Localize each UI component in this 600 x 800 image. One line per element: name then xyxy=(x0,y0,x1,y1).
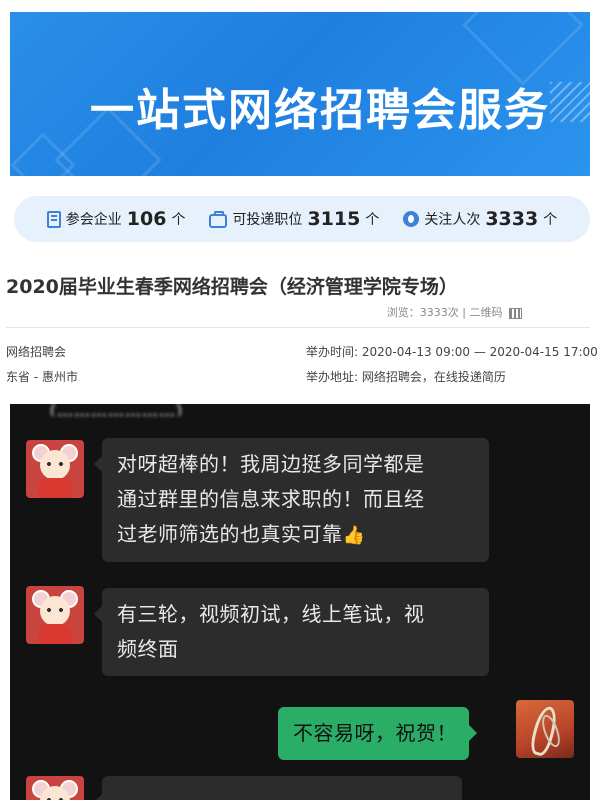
banner-title: 一站式网络招聘会服务 xyxy=(90,85,550,136)
divider xyxy=(6,327,590,328)
stat-label: 可投递职位 xyxy=(232,212,303,228)
stat-unit: 个 xyxy=(171,212,186,228)
chat-panel: （…………………） 对呀超棒的！我周边挺多同学都是 通过群里的信息来求职的！而且… xyxy=(10,404,590,800)
time-label: 举办时间: xyxy=(306,345,359,359)
event-time: 举办时间: 2020-04-13 09:00 — 2020-04-15 17:0… xyxy=(306,343,598,360)
chat-bubble-incoming[interactable]: 对呀超棒的！我周边挺多同学都是 通过群里的信息来求职的！而且经 过老师筛选的也真… xyxy=(94,438,489,562)
stat-value: 3333 xyxy=(485,208,539,230)
contact-avatar[interactable] xyxy=(26,440,84,498)
building-icon xyxy=(46,210,61,228)
time-value: 2020-04-13 09:00 — 2020-04-15 17:00 xyxy=(361,345,598,359)
stat-positions: 可投递职位 3115 个 xyxy=(209,208,379,230)
stat-label: 参会企业 xyxy=(65,212,122,228)
message-line: 过老师筛选的也真实可靠👍 xyxy=(117,517,477,553)
my-avatar[interactable] xyxy=(516,700,574,758)
thumbs-up-icon: 👍 xyxy=(342,525,366,546)
message-line: 有三轮，视频初试，线上笔试，视 xyxy=(117,602,425,626)
view-count[interactable]: 浏览：3333次 | 二维码 xyxy=(387,306,503,319)
stat-unit: 个 xyxy=(365,212,380,228)
stat-label: 关注人次 xyxy=(424,212,481,228)
briefcase-icon xyxy=(209,210,228,228)
address-value: 网络招聘会，在线投递简历 xyxy=(361,370,506,384)
eye-icon xyxy=(403,211,420,227)
stat-companies: 参会企业 106 个 xyxy=(46,208,186,230)
qr-code-icon[interactable] xyxy=(509,307,522,319)
chat-bubble-incoming[interactable]: 有三轮，视频初试，线上笔试，视 频终面 xyxy=(94,588,489,676)
event-address: 举办地址: 网络招聘会，在线投递简历 xyxy=(306,368,506,385)
chat-partial-message: （…………………） xyxy=(40,404,194,416)
event-meta: 浏览：3333次 | 二维码 xyxy=(387,304,522,320)
event-type: 网络招聘会 xyxy=(6,345,67,359)
message-line: 通过群里的信息来求职的！而且经 xyxy=(117,487,425,511)
stat-value: 106 xyxy=(126,208,167,230)
chat-bubble-incoming[interactable] xyxy=(94,776,462,800)
message-line: 不容易呀，祝贺！ xyxy=(293,721,457,745)
stat-unit: 个 xyxy=(543,212,558,228)
hero-banner: 一站式网络招聘会服务 xyxy=(10,12,590,176)
stats-bar: 参会企业 106 个 可投递职位 3115 个 关注人次 3333 个 xyxy=(14,196,590,242)
message-line: 频终面 xyxy=(117,637,179,661)
address-label: 举办地址: xyxy=(306,370,359,384)
stat-followers: 关注人次 3333 个 xyxy=(403,208,557,230)
event-location: 东省 - 惠州市 xyxy=(6,370,78,384)
event-title: 2020届毕业生春季网络招聘会（经济管理学院专场） xyxy=(6,276,458,298)
stat-value: 3115 xyxy=(307,208,361,230)
message-line: 对呀超棒的！我周边挺多同学都是 xyxy=(117,452,425,476)
contact-avatar[interactable] xyxy=(26,586,84,644)
chat-bubble-outgoing[interactable]: 不容易呀，祝贺！ xyxy=(278,707,477,760)
contact-avatar[interactable] xyxy=(26,776,84,800)
